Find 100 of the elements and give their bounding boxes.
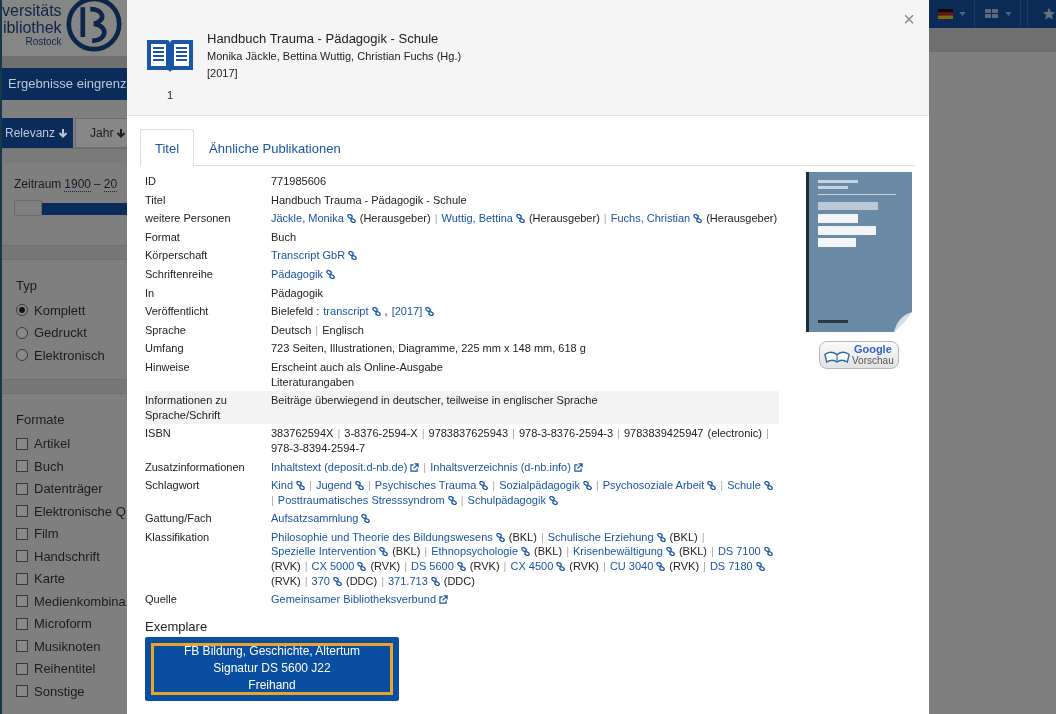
option-label: Medienkombina <box>34 593 126 609</box>
search-link[interactable]: Posttraumatisches Stresssyndrom <box>277 492 457 508</box>
field-label: Gattung/Fach <box>145 511 213 526</box>
checkbox[interactable] <box>16 482 28 495</box>
logo-text: versitäts <box>2 2 62 19</box>
search-link[interactable]: Aufsatzsammlung <box>271 511 371 526</box>
year-from-field[interactable]: 1900 <box>64 177 92 192</box>
external-link[interactable]: Inhaltstext (deposit.d-nb.de) <box>271 459 420 475</box>
search-link[interactable]: Schulische Erziehung <box>547 529 666 545</box>
flag-icon <box>938 9 953 19</box>
separator-text: | <box>460 492 464 508</box>
chain-icon <box>521 547 530 557</box>
filter-bar[interactable]: Ergebnisse eingrenz <box>2 68 127 100</box>
chain-icon <box>495 532 505 542</box>
radio-button[interactable] <box>16 304 28 317</box>
search-link[interactable]: Transcript GbR <box>271 248 358 263</box>
chain-icon <box>355 481 364 491</box>
chain-icon <box>371 307 381 317</box>
search-link[interactable]: transcript <box>323 304 381 319</box>
search-link[interactable]: Jäckle, Monika <box>271 211 356 226</box>
google-preview-button[interactable]: Google Vorschau <box>819 341 899 369</box>
checkbox[interactable] <box>16 685 28 698</box>
search-link[interactable]: Kind <box>271 478 306 493</box>
chain-icon <box>515 214 525 224</box>
search-link[interactable]: [2017] <box>391 304 435 319</box>
separator-text: | <box>315 322 319 338</box>
option-label: Karte <box>34 571 66 587</box>
search-link[interactable]: Spezielle Intervention <box>271 544 389 560</box>
search-link[interactable]: 371.713 <box>388 573 440 589</box>
search-link[interactable]: DS 7180 <box>709 559 765 574</box>
search-link[interactable]: Psychisches Trauma <box>374 478 489 493</box>
external-link[interactable]: Gemeinsamer Bibliotheksverbund <box>271 592 449 607</box>
slider-handle[interactable] <box>14 200 42 216</box>
checkbox[interactable] <box>16 527 28 540</box>
search-link[interactable]: CX 4500 <box>510 559 566 574</box>
search-link[interactable]: 370 <box>311 573 342 589</box>
search-link[interactable]: CU 3040 <box>609 559 666 574</box>
search-link[interactable]: Schulpädagogik <box>467 492 558 508</box>
separator-text: | <box>540 529 544 545</box>
search-link[interactable]: Krisenbewältigung <box>573 544 675 560</box>
logo-text: Rostock <box>25 36 62 47</box>
sort-tab[interactable]: Jahr <box>75 118 127 148</box>
separator-text: | <box>603 211 607 226</box>
option-label: Komplett <box>34 302 86 318</box>
holding-button[interactable]: FB Bildung, Geschichte, Altertum Signatur DS 5600 J22 Freihand <box>145 636 399 701</box>
logo-text: ibliothek <box>2 19 62 36</box>
separator-text: | <box>304 573 308 589</box>
search-link[interactable]: Pädagogik <box>271 266 335 282</box>
search-link[interactable]: CX 5000 <box>311 559 367 574</box>
separator-text: | <box>701 529 705 545</box>
search-link[interactable]: DS 7100 <box>717 544 773 560</box>
field-label: Informationen zu Sprache/Schrift <box>145 393 228 423</box>
year-to-field[interactable]: 20 <box>103 177 118 192</box>
search-link[interactable]: Sozialpädagogik <box>499 478 592 493</box>
separator-text: | <box>566 544 569 560</box>
checkbox[interactable] <box>16 595 28 608</box>
field-label: Schlagwort <box>145 478 201 494</box>
search-link[interactable]: Fuchs, Christian <box>610 211 703 226</box>
checkbox[interactable] <box>16 505 28 518</box>
external-link-icon <box>573 462 583 472</box>
checkbox[interactable] <box>16 437 28 450</box>
search-link[interactable]: Philosophie und Theorie des Bildungswesens <box>271 529 505 545</box>
radio-button[interactable] <box>16 326 28 339</box>
search-link[interactable]: Psychosoziale Arbeit <box>602 478 717 493</box>
search-link[interactable]: Wuttig, Bettina <box>441 211 525 226</box>
field-label: Hinweise <box>145 359 191 375</box>
field-value: Handbuch Trauma - Pädagogik - Schule <box>271 192 467 208</box>
tab[interactable]: Ähnliche Publikationen <box>194 129 356 166</box>
separator-text: | <box>304 559 308 574</box>
search-link[interactable]: Ethnopsychologie <box>431 544 530 560</box>
search-link[interactable]: DS 5600 <box>411 559 466 574</box>
chain-icon <box>361 514 371 524</box>
field-value: , <box>384 304 388 319</box>
external-link[interactable]: Inhaltsverzeichnis (d-nb.info) <box>430 459 583 475</box>
checkbox[interactable] <box>16 640 28 653</box>
range-slider[interactable] <box>14 200 127 216</box>
field-label: ISBN <box>145 426 172 442</box>
field-value: (BKL) <box>508 529 537 545</box>
checkbox[interactable] <box>16 662 28 675</box>
chain-icon <box>479 481 489 491</box>
chain-icon <box>656 562 666 572</box>
chain-icon <box>296 481 306 491</box>
option-label: Gedruckt <box>34 325 87 341</box>
checkbox[interactable] <box>16 550 28 563</box>
field-label: Sprache <box>145 322 187 338</box>
search-link[interactable]: Schule <box>727 478 773 493</box>
radio-button[interactable] <box>16 349 28 362</box>
field-value: Bielefeld : <box>271 304 320 319</box>
field-label: Veröffentlicht <box>145 304 210 319</box>
checkbox[interactable] <box>16 617 28 630</box>
sort-tab[interactable]: Relevanz <box>2 118 74 148</box>
chain-icon <box>357 562 367 572</box>
option-label: Elektronisch <box>34 347 105 363</box>
search-link[interactable]: Jugend <box>315 478 364 493</box>
checkbox[interactable] <box>16 572 28 585</box>
period-label: Zeitraum <box>14 177 62 192</box>
checkbox[interactable] <box>16 460 28 473</box>
tab[interactable]: Titel <box>140 129 195 166</box>
chain-icon <box>332 576 342 586</box>
field-value: (electronic) <box>707 426 762 441</box>
